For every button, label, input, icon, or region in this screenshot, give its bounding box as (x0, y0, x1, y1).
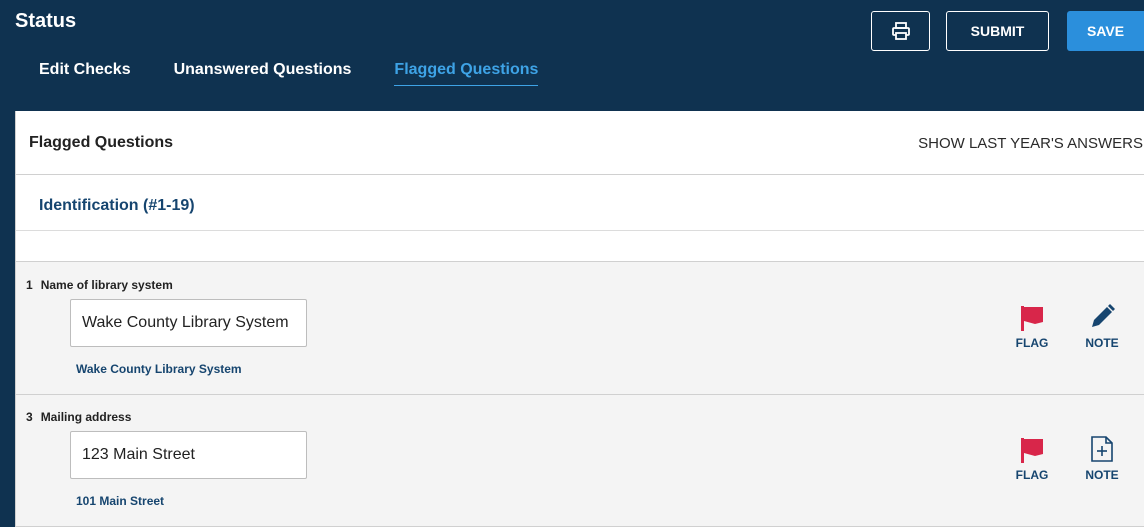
flag-icon (1021, 306, 1043, 331)
previous-answer: Wake County Library System (76, 362, 242, 376)
tab-bar: Edit Checks Unanswered Questions Flagged… (39, 61, 581, 86)
flag-label: FLAG (1015, 468, 1049, 482)
section-title: Identification (#1-19) (39, 197, 195, 214)
tab-unanswered-questions[interactable]: Unanswered Questions (174, 61, 352, 86)
question-row: 3 Mailing address 101 Main Street FLAG (16, 395, 1144, 527)
flag-icon (1021, 438, 1043, 463)
question-label: 1 Name of library system (26, 278, 173, 292)
card-title: Flagged Questions (29, 134, 174, 151)
question-number: 3 (26, 410, 33, 424)
add-note-icon (1091, 436, 1113, 462)
save-button[interactable]: SAVE (1067, 11, 1144, 51)
section-header[interactable]: Identification (#1-19) (16, 175, 1144, 231)
card-header: Flagged Questions SHOW LAST YEAR'S ANSWE… (16, 111, 1144, 175)
submit-button[interactable]: SUBMIT (946, 11, 1049, 51)
question-text: Mailing address (40, 410, 132, 424)
section-spacer (16, 231, 1144, 262)
question-row: 1 Name of library system Wake County Libr… (16, 263, 1144, 395)
show-last-years-answers-link[interactable]: SHOW LAST YEAR'S ANSWERS (918, 135, 1143, 152)
tab-flagged-questions[interactable]: Flagged Questions (394, 61, 539, 86)
add-note-button[interactable]: NOTE (1076, 431, 1128, 482)
previous-answer: 101 Main Street (76, 494, 165, 508)
pencil-icon (1092, 304, 1115, 327)
print-button[interactable] (871, 11, 930, 51)
note-label: NOTE (1085, 336, 1119, 350)
note-button[interactable]: NOTE (1076, 299, 1128, 350)
note-label: NOTE (1085, 468, 1119, 482)
question-label: 3 Mailing address (26, 410, 131, 424)
page-title: Status (15, 10, 77, 32)
status-header: Status Edit Checks Unanswered Questions … (0, 0, 1144, 111)
flagged-questions-panel: Flagged Questions SHOW LAST YEAR'S ANSWE… (15, 111, 1144, 527)
flag-label: FLAG (1015, 336, 1049, 350)
flag-button[interactable]: FLAG (1006, 299, 1058, 350)
question-number: 1 (26, 278, 33, 292)
flag-button[interactable]: FLAG (1006, 431, 1058, 482)
library-name-input[interactable] (70, 299, 307, 347)
mailing-address-input[interactable] (70, 431, 307, 479)
question-text: Name of library system (40, 278, 173, 292)
tab-edit-checks[interactable]: Edit Checks (39, 61, 131, 86)
printer-icon (891, 22, 910, 40)
